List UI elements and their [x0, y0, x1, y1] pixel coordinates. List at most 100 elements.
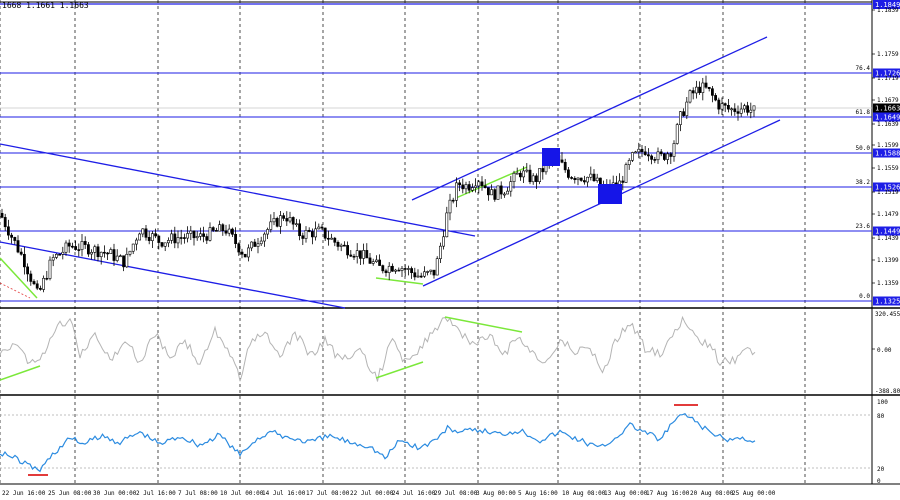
candle-body: [115, 255, 119, 261]
candle-body: [749, 109, 753, 113]
time-axis-label: 22 Jun 16:00: [2, 490, 46, 497]
price-label: 1.1588: [875, 150, 900, 158]
candle-body: [474, 185, 478, 188]
candle-body: [231, 228, 234, 235]
cci-tick-label: 0.00: [877, 347, 892, 354]
candle-body: [422, 271, 426, 277]
candle-body: [13, 237, 17, 241]
signal-box: [598, 184, 622, 204]
cci-divergence-line: [0, 365, 41, 381]
candle-body: [483, 185, 487, 189]
candle-body: [406, 268, 410, 270]
candle-body: [74, 246, 78, 250]
candle-body: [285, 218, 289, 222]
candle-body: [701, 82, 705, 93]
candle-body: [317, 226, 321, 230]
candle-body: [746, 105, 750, 113]
candle-body: [103, 251, 106, 254]
candle-body: [45, 277, 49, 280]
signal-markers: [542, 148, 622, 204]
time-axis-label: 30 Jun 00:00: [93, 490, 137, 497]
candle-body: [464, 184, 468, 190]
candle-body: [717, 99, 721, 110]
candle-body: [99, 251, 103, 258]
candle-body: [58, 253, 62, 256]
candle-body: [694, 86, 698, 94]
candle-body: [410, 268, 414, 274]
candle-body: [518, 172, 522, 178]
axis-tick-label: 1.1439: [877, 235, 899, 242]
time-axis-label: 17 Aug 16:00: [646, 490, 690, 497]
candle-body: [186, 233, 190, 239]
candle-body: [42, 277, 46, 290]
cci-indicator: [0, 315, 756, 382]
candle-body: [298, 223, 302, 237]
candle-body: [707, 86, 711, 89]
candle-body: [304, 230, 308, 239]
candle-body: [87, 244, 90, 255]
time-axis-label: 14 Jul 16:00: [262, 490, 306, 497]
candle-body: [138, 233, 142, 241]
time-axis-label: 7 Jul 08:00: [178, 490, 218, 497]
candle-body: [653, 159, 657, 161]
fibonacci-level-label: 38.2: [856, 179, 871, 186]
candle-body: [323, 227, 327, 239]
candle-body: [135, 239, 138, 245]
candle-body: [640, 148, 644, 153]
candle-body: [739, 108, 743, 114]
candle-body: [19, 251, 23, 255]
candle-body: [183, 237, 186, 239]
candle-body: [579, 177, 583, 181]
candle-body: [582, 180, 586, 183]
candle-body: [224, 230, 228, 234]
candle-body: [119, 255, 122, 258]
candle-body: [435, 258, 439, 276]
time-axis-label: 22 Jul 00:00: [350, 490, 394, 497]
candle-body: [669, 153, 673, 157]
candle-body: [310, 231, 314, 238]
candle-body: [723, 103, 727, 106]
axis-tick-label: 1.1359: [877, 280, 899, 287]
candle-body: [330, 237, 334, 240]
time-axis-label: 10 Aug 08:00: [562, 490, 606, 497]
candle-body: [624, 164, 628, 183]
candle-body: [467, 184, 471, 191]
fibonacci-level-label: 76.4: [856, 65, 871, 72]
candle-body: [128, 250, 132, 255]
candle-body: [659, 151, 663, 155]
axis-tick-label: 1.1719: [877, 75, 899, 82]
trend-channel-line: [0, 241, 346, 309]
candle-body: [253, 241, 257, 247]
axis-tick-label: 1.1639: [877, 121, 899, 128]
candle-body: [247, 247, 250, 258]
candle-body: [93, 246, 97, 253]
axis-tick-label: 1.1479: [877, 211, 899, 218]
candle-body: [486, 187, 490, 196]
trading-chart[interactable]: 76.4 61.8 50.0 38.2 23.6 0.0 1.18491.17261.16…: [0, 0, 900, 500]
candle-body: [71, 245, 74, 248]
time-axis-label: 2 Jul 16:00: [136, 490, 176, 497]
candle-body: [355, 250, 359, 257]
candle-body: [403, 268, 407, 270]
candle-body: [0, 213, 4, 218]
candle-body: [259, 240, 263, 245]
axis-tick-label: 1.1679: [877, 97, 899, 104]
candle-body: [397, 269, 401, 272]
candle-body: [106, 252, 110, 255]
candle-body: [362, 250, 366, 259]
candle-body: [26, 266, 30, 275]
candle-body: [426, 271, 430, 273]
fibonacci-level-label: 50.0: [856, 145, 871, 152]
ohlc-readout: 1668 1.1661 1.1663: [2, 1, 89, 10]
candle-body: [199, 233, 202, 237]
candle-body: [154, 233, 158, 237]
candle-body: [179, 237, 183, 239]
candle-body: [61, 251, 65, 255]
time-axis-label: 10 Jul 00:00: [220, 490, 264, 497]
candle-body: [38, 287, 42, 290]
candle-body: [589, 173, 593, 178]
price-axis: 1.18491.17261.16491.15881.15261.14491.13…: [872, 0, 900, 485]
candle-body: [215, 230, 218, 232]
candle-body: [368, 257, 372, 264]
candle-body: [637, 148, 641, 153]
